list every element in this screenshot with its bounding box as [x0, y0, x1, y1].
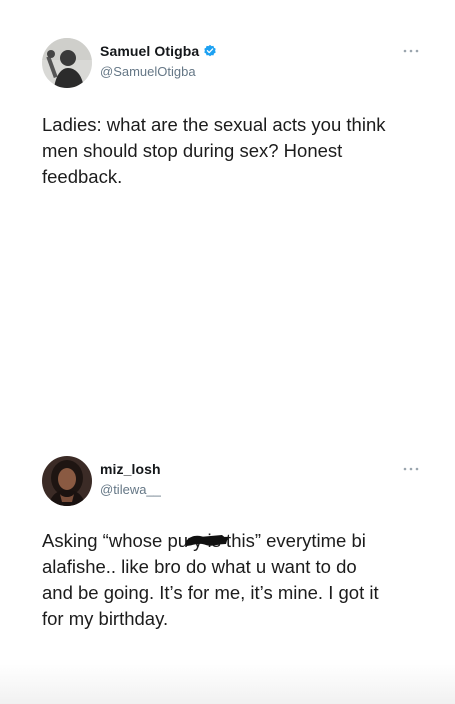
bottom-fade [0, 664, 455, 704]
more-options-icon[interactable] [402, 466, 420, 472]
redaction-scribble [186, 535, 228, 546]
avatar[interactable] [42, 38, 92, 88]
woman-portrait-avatar-icon [42, 456, 92, 506]
person-with-microphone-avatar-icon [42, 38, 92, 88]
avatar[interactable] [42, 456, 92, 506]
more-options-icon[interactable] [402, 48, 420, 54]
handle[interactable]: @SamuelOtigba [100, 64, 196, 79]
name-row: miz_losh [100, 461, 161, 477]
display-name[interactable]: Samuel Otigba [100, 43, 199, 59]
verified-badge-icon [203, 44, 217, 58]
name-row: Samuel Otigba [100, 43, 217, 59]
tweet-text: Asking “whose pu y is this” everytime bi… [42, 530, 379, 629]
display-name[interactable]: miz_losh [100, 461, 161, 477]
handle[interactable]: @tilewa__ [100, 482, 161, 497]
tweet-text: Ladies: what are the sexual acts you thi… [42, 114, 386, 187]
